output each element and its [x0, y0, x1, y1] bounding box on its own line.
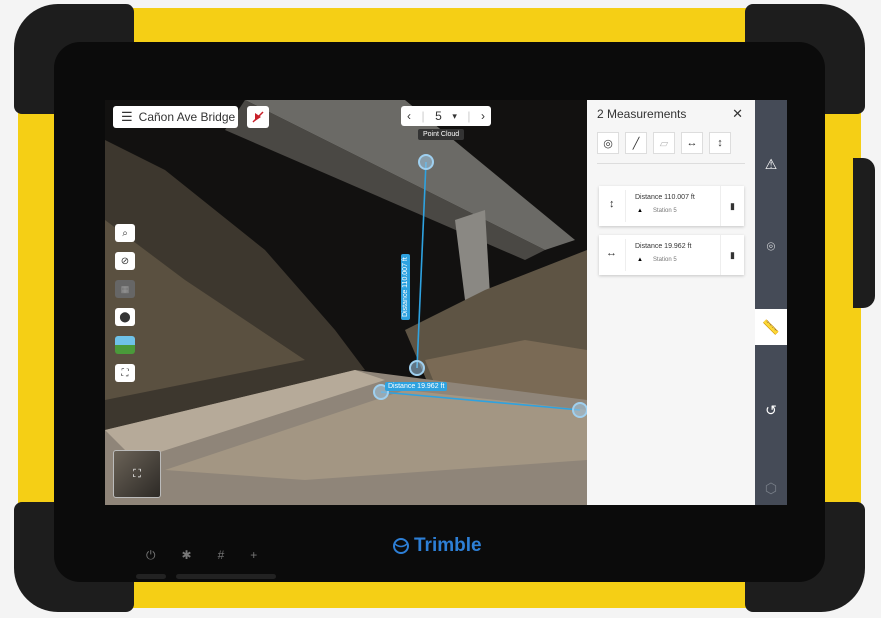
station-icon: ▲ [637, 208, 643, 214]
next-station-arrow[interactable]: › [481, 109, 485, 123]
slot-right [176, 574, 276, 579]
location-nav-button[interactable]: ⌾ [755, 228, 787, 264]
project-menu-button[interactable]: ☰ Cañon Ave Bridge [113, 106, 238, 128]
target-icon: ◎ [603, 137, 613, 150]
point-cloud-viewport[interactable]: Distance 110.007 ft Distance 19.962 ft ☰… [105, 100, 587, 505]
hide-station-button[interactable]: ⊘ [115, 252, 135, 270]
measurement-card[interactable]: ↔ Distance 19.962 ft ▲ Station 5 ▮ [599, 235, 744, 275]
plus-button[interactable]: + [250, 548, 257, 563]
station-dropdown-icon[interactable]: ▾ [452, 111, 457, 122]
right-nav-rail: ⚠ ⌾ 📏 ↺ ⬡ [755, 100, 787, 505]
ruler-icon: 📏 [762, 318, 780, 335]
model-nav-button[interactable]: ⬡ [755, 470, 787, 505]
brand-name: Trimble [414, 535, 482, 556]
vertical-distance-label[interactable]: Distance 110.007 ft [401, 254, 410, 320]
station-number: 5 [435, 109, 442, 123]
measurement-label: Distance 19.962 ft [635, 243, 692, 250]
station-off-icon: ⊘ [120, 255, 130, 267]
measurements-panel: 2 Measurements ✕ ◎ ╱ ▱ ↔ ↕ ↕ Distance 11… [587, 100, 755, 505]
measure-node-mid[interactable] [409, 360, 425, 376]
trash-icon: ▮ [730, 249, 735, 260]
horizontal-distance-label[interactable]: Distance 19.962 ft [385, 382, 448, 391]
minimap-thumbnail[interactable]: ⛶ [113, 450, 161, 498]
horizontal-measure-line [380, 391, 581, 411]
line-tool-button[interactable]: ╱ [625, 132, 647, 154]
panel-divider [597, 163, 745, 164]
station-nav-button[interactable]: ⚠ [755, 146, 787, 182]
delete-measurement-button[interactable]: ▮ [720, 235, 744, 275]
pin-button[interactable]: ⬤ [115, 308, 135, 326]
measurement-overlay [380, 161, 581, 411]
hardware-buttons: ⏻ ✱ # + [146, 548, 257, 563]
side-grip [853, 158, 875, 308]
vertical-arrow-icon: ↕ [717, 137, 723, 149]
polygon-icon: ▱ [659, 137, 669, 150]
fullscreen-icon: ⛶ [133, 467, 141, 480]
history-icon: ↺ [765, 401, 777, 418]
trash-icon: ▮ [730, 200, 735, 211]
measurement-station: Station 5 [653, 208, 677, 214]
close-panel-button[interactable]: ✕ [732, 106, 743, 122]
star-button[interactable]: ✱ [182, 548, 192, 563]
measure-nav-button[interactable]: 📏 [755, 309, 787, 345]
imagery-toggle-button[interactable] [115, 336, 135, 354]
horizontal-arrow-icon: ↔ [686, 137, 698, 149]
search-zoom-icon: ⌕ [122, 227, 128, 239]
hash-button[interactable]: # [218, 548, 225, 563]
trimble-globe-icon [393, 538, 409, 554]
delete-measurement-button[interactable]: ▮ [720, 186, 744, 226]
prev-station-arrow[interactable]: ‹ [407, 109, 411, 123]
area-tool-button[interactable]: ▱ [653, 132, 675, 154]
measurement-label: Distance 110.007 ft [635, 194, 695, 201]
measure-node-top[interactable] [418, 154, 434, 170]
grid-icon: ▦ [120, 283, 130, 294]
project-name: Cañon Ave Bridge [138, 110, 236, 124]
measurement-card[interactable]: ↕ Distance 110.007 ft ▲ Station 5 ▮ [599, 186, 744, 226]
no-layers-icon [252, 111, 264, 123]
diagonal-line-icon: ╱ [632, 137, 640, 150]
disabled-tool-button: ▦ [115, 280, 135, 298]
app-screen: Distance 110.007 ft Distance 19.962 ft ☰… [105, 100, 787, 505]
station-icon: ▲ [637, 257, 643, 263]
brand-logo: Trimble [392, 535, 482, 557]
vertical-measure-line [416, 161, 427, 369]
location-pin-icon: ⬤ [119, 311, 131, 323]
point-tool-button[interactable]: ◎ [597, 132, 619, 154]
vertical-distance-icon: ↕ [609, 198, 615, 210]
image-off-icon: ⛶ [121, 367, 129, 379]
zoom-search-button[interactable]: ⌕ [115, 224, 135, 242]
history-nav-button[interactable]: ↺ [755, 392, 787, 428]
horizontal-tool-button[interactable]: ↔ [681, 132, 703, 154]
station-selector[interactable]: ‹ | 5 ▾ | › [401, 106, 491, 126]
hamburger-icon: ☰ [121, 109, 133, 124]
vertical-tool-button[interactable]: ↕ [709, 132, 731, 154]
cube-icon: ⬡ [764, 479, 778, 496]
station-triangle-icon: ⚠ [764, 155, 778, 172]
measure-node-right[interactable] [572, 402, 587, 418]
slot-left [136, 574, 166, 579]
measurement-station: Station 5 [653, 257, 677, 263]
map-pin-icon: ⌾ [766, 237, 776, 254]
measurement-card-separator [625, 239, 626, 271]
measure-tool-row: ◎ ╱ ▱ ↔ ↕ [597, 132, 731, 154]
power-button[interactable]: ⏻ [146, 548, 156, 563]
view-mode-tooltip: Point Cloud [418, 129, 465, 140]
measurement-card-separator [625, 190, 626, 222]
panel-title: 2 Measurements [597, 107, 687, 121]
layers-toggle-button[interactable] [247, 106, 269, 128]
horizontal-distance-icon: ↔ [606, 247, 617, 259]
image-off-button[interactable]: ⛶ [115, 364, 135, 382]
